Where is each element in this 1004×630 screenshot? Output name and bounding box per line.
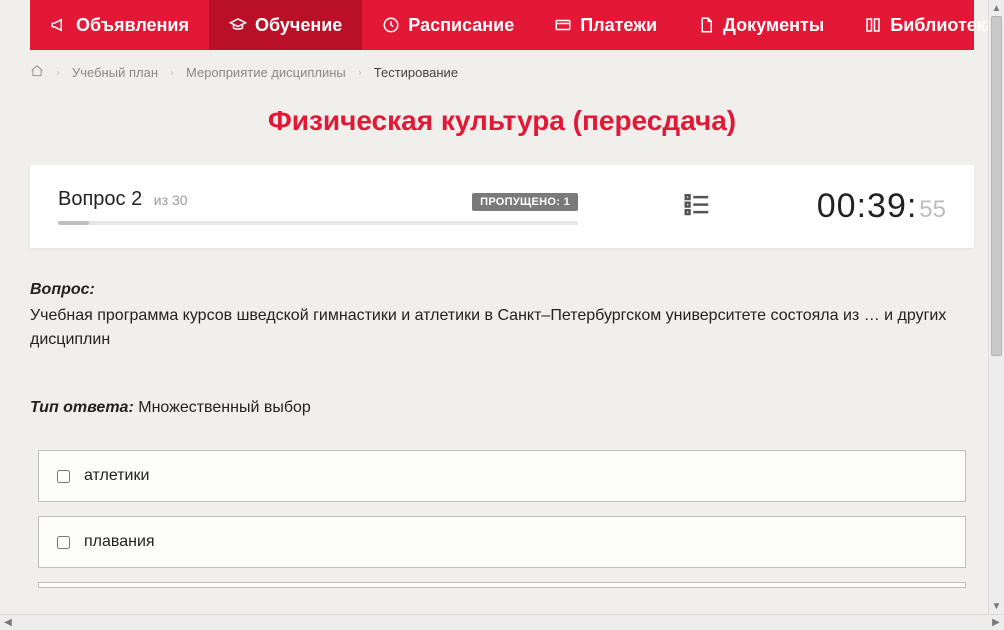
scroll-right-arrow[interactable]: ▶ — [988, 615, 1004, 630]
timer-main: 00:39: — [817, 187, 918, 226]
question-list-icon[interactable] — [682, 189, 712, 224]
answer-checkbox[interactable] — [57, 536, 70, 549]
scroll-down-arrow[interactable]: ▼ — [989, 598, 1004, 614]
vertical-scrollbar[interactable]: ▲ ▼ — [988, 0, 1004, 614]
answer-option-peek[interactable] — [38, 582, 966, 588]
answer-type-value: Множественный выбор — [138, 399, 311, 416]
progress-fill — [58, 221, 89, 225]
question-total: из 30 — [154, 192, 188, 208]
nav-label: Платежи — [580, 15, 657, 36]
answer-label: атлетики — [84, 467, 149, 485]
breadcrumb-current: Тестирование — [374, 65, 458, 80]
nav-documents[interactable]: Документы — [677, 0, 844, 50]
question-infobar: Вопрос 2 из 30 ПРОПУЩЕНО: 1 — [30, 165, 974, 248]
nav-library[interactable]: Библиотека — [844, 0, 1004, 50]
progress-bar — [58, 221, 578, 225]
timer: 00:39:55 — [817, 187, 946, 226]
answer-option[interactable]: плавания — [38, 516, 966, 568]
question-body: Вопрос: Учебная программа курсов шведско… — [0, 278, 1004, 450]
question-label: Вопрос 2 — [58, 188, 148, 210]
breadcrumb: Учебный план Мероприятие дисциплины Тест… — [0, 50, 1004, 99]
question-heading: Вопрос: — [30, 281, 95, 298]
education-icon — [229, 16, 247, 34]
breadcrumb-item-event[interactable]: Мероприятие дисциплины — [186, 65, 346, 80]
scroll-track[interactable] — [989, 16, 1004, 598]
top-nav: Объявления Обучение Расписание Платежи — [30, 0, 974, 50]
nav-label: Обучение — [255, 15, 342, 36]
payment-icon — [554, 16, 572, 34]
nav-label: Документы — [723, 15, 824, 36]
document-icon — [697, 16, 715, 34]
chevron-right-icon — [356, 65, 364, 80]
library-icon — [864, 16, 882, 34]
answers-list: атлетики плавания — [0, 450, 1004, 588]
question-text: Учебная программа курсов шведской гимнас… — [30, 304, 974, 352]
megaphone-icon — [50, 16, 68, 34]
nav-announcements[interactable]: Объявления — [30, 0, 209, 50]
breadcrumb-item-plan[interactable]: Учебный план — [72, 65, 158, 80]
chevron-right-icon — [168, 65, 176, 80]
skipped-badge: ПРОПУЩЕНО: 1 — [472, 193, 578, 211]
answer-type-label: Тип ответа: — [30, 399, 134, 416]
nav-education[interactable]: Обучение — [209, 0, 362, 50]
answer-checkbox[interactable] — [57, 470, 70, 483]
horizontal-scrollbar[interactable]: ◀ ▶ — [0, 614, 1004, 630]
nav-schedule[interactable]: Расписание — [362, 0, 534, 50]
scroll-left-arrow[interactable]: ◀ — [0, 615, 16, 630]
timer-seconds: 55 — [919, 196, 946, 224]
answer-label: плавания — [84, 533, 155, 551]
scroll-track[interactable] — [16, 615, 988, 630]
nav-label: Библиотека — [890, 15, 996, 36]
nav-label: Расписание — [408, 15, 514, 36]
scroll-up-arrow[interactable]: ▲ — [989, 0, 1004, 16]
answer-option[interactable]: атлетики — [38, 450, 966, 502]
page-title: Физическая культура (пересдача) — [0, 99, 1004, 165]
scroll-thumb[interactable] — [991, 16, 1002, 356]
clock-icon — [382, 16, 400, 34]
chevron-right-icon — [54, 65, 62, 80]
nav-payments[interactable]: Платежи — [534, 0, 677, 50]
nav-label: Объявления — [76, 15, 189, 36]
breadcrumb-home[interactable] — [30, 64, 44, 81]
